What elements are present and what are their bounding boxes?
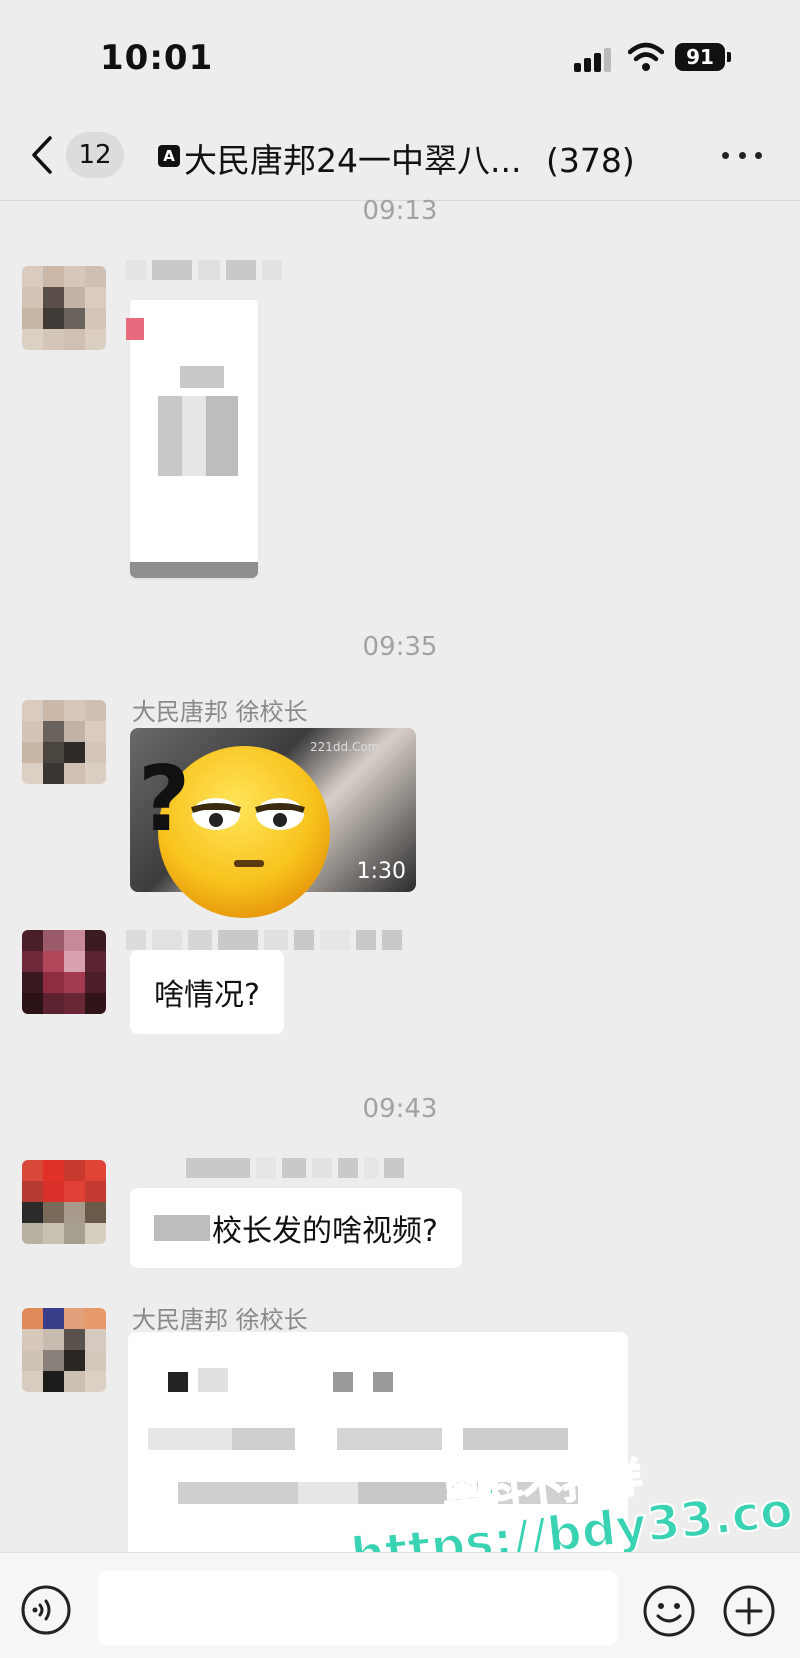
voice-icon[interactable]	[20, 1584, 72, 1636]
unread-count-badge[interactable]: 12	[66, 132, 124, 178]
blurred-text	[180, 366, 224, 388]
avatar[interactable]	[22, 1160, 106, 1244]
plus-icon[interactable]	[722, 1584, 776, 1638]
blurred-text	[333, 1372, 353, 1392]
blurred-text	[148, 1428, 568, 1450]
blurred-name-prefix	[154, 1215, 210, 1241]
image-message[interactable]	[126, 300, 258, 578]
battery-tip	[727, 52, 731, 62]
status-time: 10:01	[100, 38, 214, 78]
cellular-signal-icon	[574, 46, 614, 72]
timestamp: 09:35	[362, 632, 438, 662]
status-bar: 10:01 91	[0, 0, 800, 110]
message-bubble[interactable]: 校长发的啥视频?	[130, 1188, 462, 1268]
blurred-mark	[126, 318, 144, 340]
blurred-sender-name	[126, 260, 282, 280]
sender-name: 大民唐邦 徐校长	[132, 1306, 308, 1334]
blurred-sender-name	[186, 1158, 404, 1178]
question-emoji-sticker-icon: ?	[138, 746, 330, 918]
image-footer	[130, 562, 258, 578]
message-input-bar	[0, 1552, 800, 1658]
video-duration: 1:30	[356, 859, 406, 884]
timestamp: 09:13	[362, 196, 438, 226]
blurred-text	[198, 1368, 228, 1392]
blurred-sender-name	[126, 930, 402, 950]
wifi-icon	[628, 42, 664, 71]
emoji-icon[interactable]	[642, 1584, 696, 1638]
avatar[interactable]	[22, 266, 106, 350]
message-input[interactable]	[98, 1571, 618, 1645]
svg-text:?: ?	[138, 747, 190, 852]
battery-indicator: 91	[675, 43, 725, 71]
group-name: 大民唐邦24一中翠八...	[184, 141, 522, 180]
chat-header: 12 A 大民唐邦24一中翠八... (378)	[0, 110, 800, 201]
member-count: (378)	[545, 141, 635, 180]
message-text: 校长发的啥视频?	[212, 1214, 438, 1249]
avatar[interactable]	[22, 930, 106, 1014]
blurred-text	[373, 1372, 393, 1392]
avatar[interactable]	[22, 700, 106, 784]
group-tag-icon: A	[158, 145, 180, 167]
more-options-icon[interactable]	[722, 150, 762, 162]
chat-title[interactable]: 大民唐邦24一中翠八... (378)	[184, 134, 635, 182]
timestamp: 09:43	[362, 1094, 438, 1124]
back-chevron-icon[interactable]	[28, 134, 58, 176]
message-bubble[interactable]: 啥情况?	[130, 950, 284, 1034]
blurred-mark	[168, 1372, 188, 1392]
avatar[interactable]	[22, 1308, 106, 1392]
blurred-qr-code	[158, 396, 238, 476]
